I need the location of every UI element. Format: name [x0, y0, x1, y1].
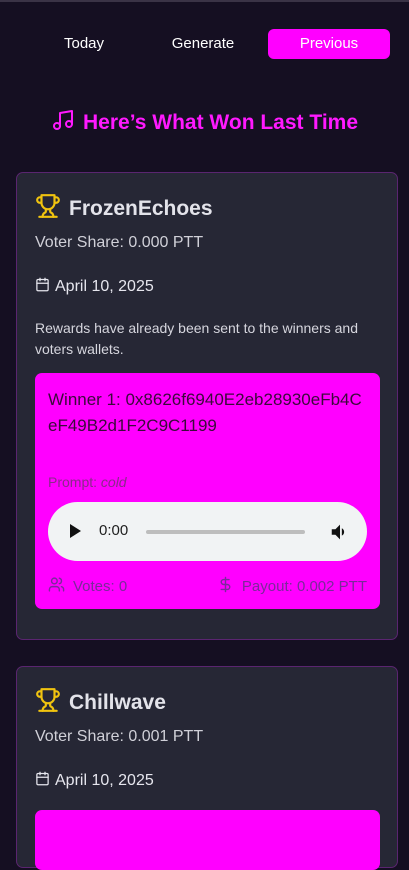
playback-time: 0:00 [99, 522, 129, 539]
prompt-label: Prompt: [48, 474, 98, 490]
seek-bar[interactable] [146, 530, 305, 534]
prompt-line: Prompt: cold [48, 474, 127, 490]
play-icon[interactable] [70, 524, 81, 538]
winner-entry: Winner 1: 0x8626f6940E2eb28930eFb4CeF49B… [35, 373, 380, 609]
rewards-note: Rewards have already been sent to the wi… [35, 320, 358, 357]
users-icon [48, 576, 65, 597]
trophy-icon [35, 687, 61, 719]
card-title: FrozenEchoes [35, 193, 213, 225]
date-text: April 10, 2025 [55, 772, 154, 789]
song-title: FrozenEchoes [69, 197, 213, 220]
top-divider [0, 0, 409, 2]
audio-player: 0:00 [48, 502, 367, 561]
voter-share: Voter Share: 0.001 PTT [35, 728, 204, 745]
tab-generate[interactable]: Generate [138, 29, 268, 59]
winner-entry [35, 810, 380, 870]
winner-address: Winner 1: 0x8626f6940E2eb28930eFb4CeF49B… [48, 390, 362, 435]
tab-bar: Today Generate Previous [30, 29, 390, 59]
winner-card: Chillwave Voter Share: 0.001 PTT April 1… [16, 666, 398, 870]
prompt-value: cold [100, 474, 127, 490]
trophy-icon [35, 193, 61, 225]
winner-card: FrozenEchoes Voter Share: 0.000 PTT Apri… [16, 172, 398, 640]
tab-previous[interactable]: Previous [268, 29, 390, 59]
tab-today[interactable]: Today [30, 29, 138, 59]
date-row: April 10, 2025 [35, 771, 154, 791]
voter-share: Voter Share: 0.000 PTT [35, 234, 204, 251]
calendar-icon [35, 771, 50, 791]
date-text: April 10, 2025 [55, 278, 154, 295]
section-heading: Here’s What Won Last Time [0, 108, 409, 138]
votes-info: Votes: 0 [48, 576, 127, 597]
votes-text: Votes: 0 [73, 578, 128, 595]
card-title: Chillwave [35, 687, 166, 719]
calendar-icon [35, 277, 50, 297]
volume-icon[interactable] [329, 521, 351, 543]
heading-text: Here’s What Won Last Time [83, 111, 358, 134]
payout-text: Payout: 0.002 PTT [241, 578, 367, 595]
payout-info: Payout: 0.002 PTT [217, 576, 367, 597]
song-title: Chillwave [69, 691, 166, 714]
dollar-icon [217, 576, 234, 597]
date-row: April 10, 2025 [35, 277, 154, 297]
music-note-icon [51, 108, 75, 138]
